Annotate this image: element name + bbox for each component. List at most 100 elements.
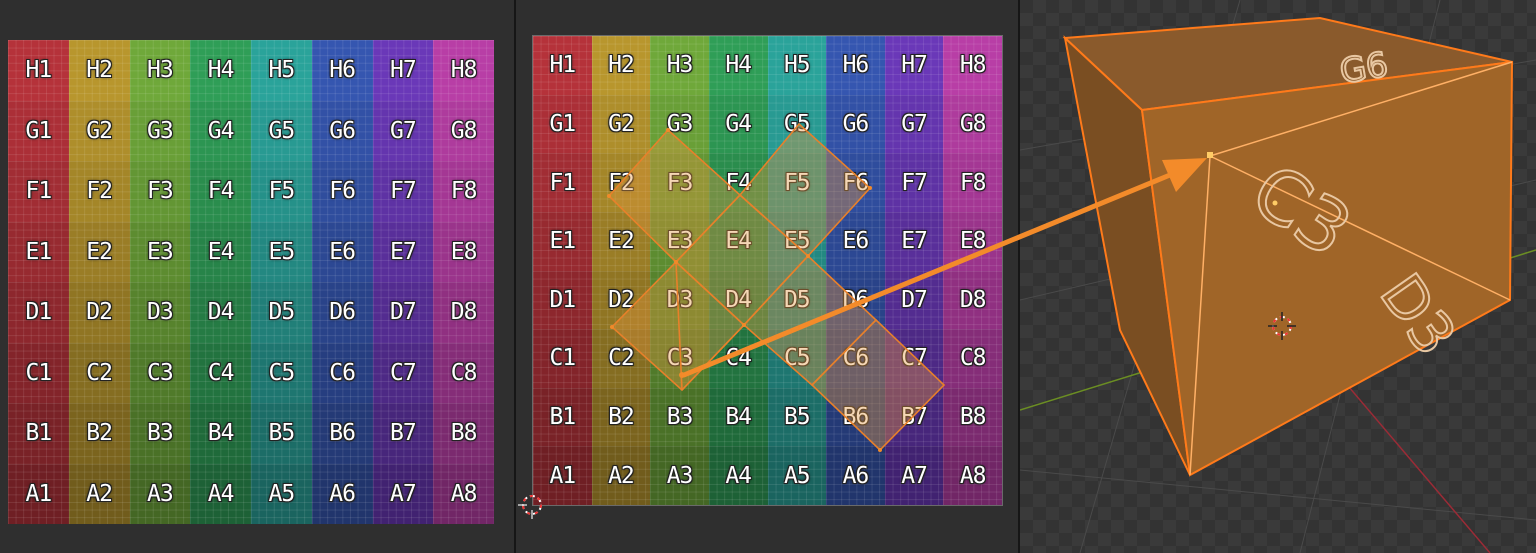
texture-cell: A1 bbox=[8, 463, 69, 524]
texture-cell: H4 bbox=[708, 36, 768, 95]
cell-label: H3 bbox=[666, 52, 694, 79]
cell-label: H3 bbox=[147, 57, 174, 84]
viewport-canvas[interactable]: C3 D3 G6 bbox=[1020, 0, 1536, 553]
texture-cell: E8 bbox=[943, 211, 1002, 271]
cell-label: F3 bbox=[147, 178, 174, 205]
texture-cell: H2 bbox=[591, 36, 651, 95]
texture-cell: D2 bbox=[68, 282, 130, 343]
cell-label: D1 bbox=[25, 299, 53, 326]
texture-cell: A6 bbox=[826, 446, 885, 505]
cell-label: G5 bbox=[783, 110, 811, 137]
cell-label: F5 bbox=[268, 178, 296, 205]
texture-cell: G7 bbox=[372, 100, 434, 161]
face-label-top: G6 bbox=[1337, 45, 1391, 93]
cell-label: F6 bbox=[329, 178, 356, 205]
cell-label: G3 bbox=[147, 117, 174, 144]
texture-cell: G8 bbox=[433, 100, 494, 161]
texture-cell: C2 bbox=[591, 329, 651, 388]
texture-cell: E4 bbox=[190, 221, 251, 282]
texture-cell: B8 bbox=[433, 403, 494, 464]
cell-label: D6 bbox=[842, 286, 870, 313]
cell-label: F4 bbox=[207, 178, 235, 205]
cell-label: E7 bbox=[390, 238, 417, 265]
cell-label: D2 bbox=[608, 286, 635, 313]
texture-cell: H5 bbox=[767, 36, 827, 95]
cell-label: G2 bbox=[86, 117, 113, 144]
texture-cell: A2 bbox=[68, 463, 130, 524]
cell-label: D4 bbox=[207, 299, 235, 326]
texture-cell: F6 bbox=[826, 153, 885, 212]
texture-cell: G8 bbox=[943, 94, 1002, 154]
texture-cell: H1 bbox=[533, 36, 592, 95]
cell-label: A1 bbox=[549, 462, 576, 489]
selected-vertex[interactable] bbox=[1207, 152, 1213, 158]
texture-cell: E1 bbox=[533, 211, 592, 271]
texture-cell: B4 bbox=[708, 387, 768, 447]
texture-cell: B3 bbox=[129, 403, 191, 464]
cell-label: C3 bbox=[147, 359, 174, 386]
cell-label: A5 bbox=[783, 462, 811, 489]
cell-label: H8 bbox=[450, 57, 478, 84]
cell-label: A6 bbox=[329, 480, 356, 507]
cell-label: H4 bbox=[207, 57, 235, 84]
texture-cell: H8 bbox=[433, 40, 494, 101]
texture-cell: D7 bbox=[372, 282, 434, 343]
texture-cell: H2 bbox=[68, 40, 130, 101]
texture-cell: H5 bbox=[251, 40, 312, 101]
texture-cell: A3 bbox=[650, 446, 709, 505]
cell-label: B2 bbox=[608, 404, 635, 431]
texture-cell: F6 bbox=[311, 161, 373, 222]
cell-label: B7 bbox=[901, 404, 928, 431]
texture-cell: F1 bbox=[8, 161, 69, 222]
texture-cell: H6 bbox=[311, 40, 373, 101]
texture-cell: H8 bbox=[943, 36, 1002, 95]
cell-label: F7 bbox=[901, 169, 928, 196]
texture-cell: E3 bbox=[129, 221, 191, 282]
texture-cell: D4 bbox=[708, 270, 768, 330]
texture-cell: D3 bbox=[650, 270, 709, 330]
texture-cell: A4 bbox=[190, 463, 251, 524]
cell-label: F3 bbox=[666, 169, 694, 196]
cell-label: C7 bbox=[901, 345, 928, 372]
cell-label: A1 bbox=[25, 480, 53, 507]
cell-label: E4 bbox=[725, 228, 752, 255]
cell-label: F1 bbox=[549, 169, 576, 196]
cell-label: H8 bbox=[959, 52, 987, 79]
cell-label: E5 bbox=[783, 228, 811, 255]
cell-label: D2 bbox=[86, 299, 113, 326]
texture-cell: F8 bbox=[943, 153, 1002, 212]
uv-texture-grid[interactable]: H1 H2 H3 H4 H5 H6 H7 H8 G1 G2 G3 G4 G5 G6 G7 G8 F1 F2 F3 F4… bbox=[532, 35, 1003, 506]
texture-cell: A8 bbox=[433, 463, 494, 524]
texture-cell: A5 bbox=[251, 463, 312, 524]
texture-cell: D7 bbox=[884, 270, 944, 330]
texture-cell: F7 bbox=[372, 161, 434, 222]
texture-cell: C7 bbox=[884, 329, 944, 388]
texture-cell: D6 bbox=[311, 282, 373, 343]
cell-label: C4 bbox=[207, 359, 235, 386]
cell-label: B4 bbox=[207, 420, 235, 447]
cell-label: C3 bbox=[666, 345, 694, 372]
cell-label: F4 bbox=[725, 169, 752, 196]
cell-label: C5 bbox=[268, 359, 296, 386]
cell-label: G1 bbox=[25, 117, 53, 144]
cell-label: E7 bbox=[901, 228, 928, 255]
texture-cell: E3 bbox=[650, 211, 709, 271]
texture-cell: G7 bbox=[884, 94, 944, 154]
cell-label: A8 bbox=[450, 480, 478, 507]
texture-cell: C3 bbox=[129, 342, 191, 403]
cell-label: C6 bbox=[842, 345, 870, 372]
texture-cell: C3 bbox=[650, 329, 709, 388]
cell-label: E2 bbox=[86, 238, 113, 265]
cell-label: D8 bbox=[959, 286, 987, 313]
texture-cell: D1 bbox=[8, 282, 69, 343]
cell-label: F7 bbox=[390, 178, 417, 205]
cell-label: C2 bbox=[86, 359, 113, 386]
texture-cell: G6 bbox=[311, 100, 373, 161]
texture-cell: B3 bbox=[650, 387, 709, 447]
cell-label: E3 bbox=[666, 228, 694, 255]
cell-label: F8 bbox=[450, 178, 478, 205]
texture-cell: B2 bbox=[591, 387, 651, 447]
texture-cell: H7 bbox=[884, 36, 944, 95]
cell-label: A8 bbox=[959, 462, 987, 489]
texture-cell: A3 bbox=[129, 463, 191, 524]
